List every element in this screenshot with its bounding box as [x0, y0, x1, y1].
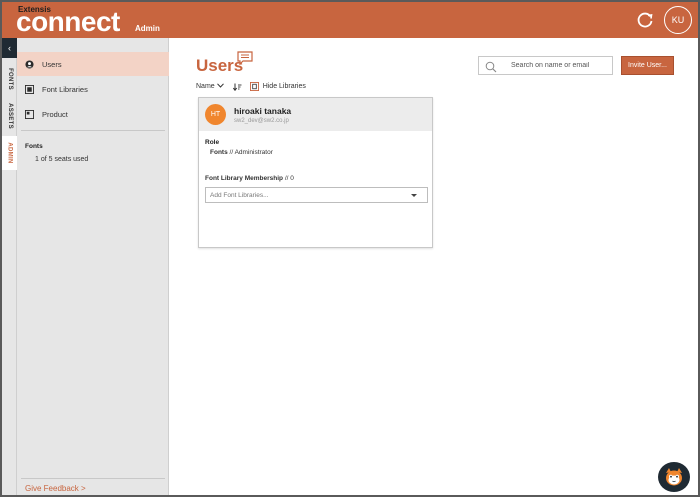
- membership-heading: Font Library Membership // 0: [205, 175, 294, 182]
- sidebar-item-users[interactable]: Users: [17, 52, 169, 76]
- role-value: Administrator: [234, 149, 273, 156]
- help-mascot-icon[interactable]: [658, 462, 690, 492]
- add-font-libraries-select[interactable]: Add Font Libraries...: [205, 187, 428, 203]
- rail-tab-label: ADMIN: [6, 142, 13, 164]
- user-card: HT hiroaki tanaka sw2_dev@sw2.co.jp Role…: [198, 97, 433, 248]
- role-assignment: Fonts // Administrator: [210, 149, 273, 156]
- library-box-icon: [249, 82, 259, 91]
- sort-order-icon[interactable]: [232, 83, 242, 91]
- user-name: hiroaki tanaka: [234, 106, 292, 116]
- rail-tab-fonts[interactable]: FONTS: [2, 62, 17, 96]
- sidebar-divider: [21, 478, 165, 479]
- seats-used-text: 1 of 5 seats used: [35, 156, 89, 163]
- sidebar-item-label: Product: [42, 109, 68, 119]
- refresh-icon[interactable]: [635, 10, 655, 30]
- avatar: HT: [205, 104, 226, 125]
- rail-tab-assets[interactable]: ASSETS: [2, 98, 17, 134]
- hide-libraries-toggle[interactable]: Hide Libraries: [249, 82, 306, 91]
- sidebar-item-font-libraries[interactable]: Font Libraries: [17, 77, 169, 101]
- brand-admin-label: Admin: [135, 24, 160, 33]
- product-icon: [25, 109, 34, 119]
- give-feedback-link[interactable]: Give Feedback >: [25, 484, 86, 493]
- search-input[interactable]: [497, 62, 612, 69]
- sidebar-item-label: Font Libraries: [42, 84, 88, 94]
- sidebar-divider: [21, 130, 165, 131]
- top-header: Extensis connect Admin KU: [2, 2, 698, 38]
- app-window: Extensis connect Admin KU ‹ FONTS ASSETS…: [2, 2, 698, 495]
- membership-count: // 0: [284, 175, 294, 182]
- rail-tab-label: ASSETS: [6, 103, 13, 129]
- fonts-heading: Fonts: [25, 143, 43, 150]
- role-separator: //: [229, 149, 234, 156]
- library-icon: [25, 84, 34, 94]
- app-rail: ‹ FONTS ASSETS ADMIN: [2, 38, 17, 495]
- select-placeholder: Add Font Libraries...: [210, 191, 269, 199]
- chat-bubble-icon[interactable]: [237, 51, 253, 66]
- chevron-down-icon: [216, 83, 224, 90]
- rail-tab-label: FONTS: [6, 68, 13, 90]
- account-avatar[interactable]: KU: [664, 6, 692, 34]
- sidebar: Users Font Libraries Product Fonts 1 of …: [17, 38, 169, 495]
- collapse-chevron-icon[interactable]: ‹: [2, 38, 17, 58]
- search-box[interactable]: [478, 56, 613, 75]
- membership-label: Font Library Membership: [205, 175, 284, 182]
- sort-toolbar: Name Hide Libraries: [196, 82, 306, 91]
- user-circle-icon: [25, 59, 34, 69]
- main-content: Users Name Hide Libraries Search on name…: [170, 38, 698, 495]
- user-card-header: HT hiroaki tanaka sw2_dev@sw2.co.jp: [199, 98, 432, 131]
- rail-tab-admin[interactable]: ADMIN: [2, 136, 17, 170]
- sidebar-item-product[interactable]: Product: [17, 102, 169, 126]
- sort-label: Name: [196, 83, 215, 90]
- user-email: sw2_dev@sw2.co.jp: [234, 118, 289, 124]
- brand-connect-logo: connect: [16, 6, 120, 37]
- hide-libraries-label: Hide Libraries: [262, 83, 306, 90]
- caret-down-icon: [411, 193, 417, 197]
- invite-user-button[interactable]: Invite User...: [621, 56, 674, 75]
- sort-by-name-dropdown[interactable]: Name: [196, 83, 224, 90]
- role-scope: Fonts: [210, 149, 228, 156]
- role-heading: Role: [205, 139, 220, 146]
- sidebar-item-label: Users: [42, 59, 62, 69]
- search-icon: [485, 60, 497, 72]
